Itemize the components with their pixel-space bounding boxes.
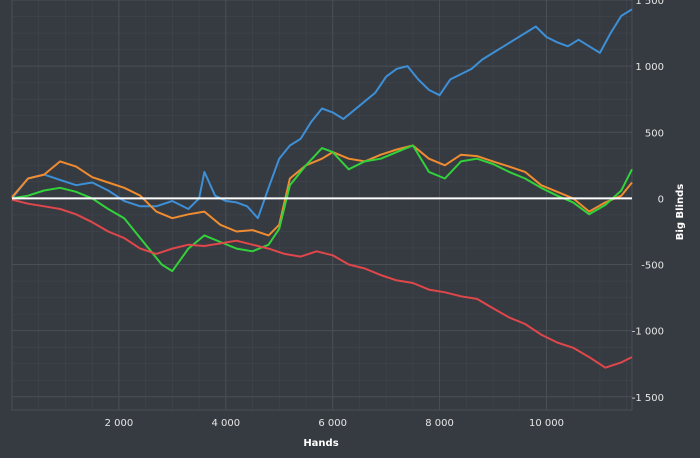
y-tick-label: 1 000	[635, 62, 664, 73]
chart-canvas: 2 000 4 000 6 000 8 000 10 000 1 500 1 000 500…	[0, 0, 700, 458]
x-tick-label: 6 000	[318, 418, 347, 429]
x-tick-label: 10 000	[529, 418, 564, 429]
y-tick-label: -1 500	[632, 393, 664, 404]
y-tick-label: 500	[645, 128, 664, 139]
y-axis-title: Big Blinds	[675, 184, 686, 240]
x-tick-label: 4 000	[211, 418, 240, 429]
y-tick-label: -1 000	[632, 327, 664, 338]
x-axis-title: Hands	[303, 438, 338, 449]
y-tick-label: -500	[641, 261, 664, 272]
x-tick-label: 2 000	[105, 418, 134, 429]
x-tick-label: 8 000	[425, 418, 454, 429]
y-tick-label: 1 500	[635, 0, 664, 7]
y-tick-label: 0	[658, 194, 664, 205]
